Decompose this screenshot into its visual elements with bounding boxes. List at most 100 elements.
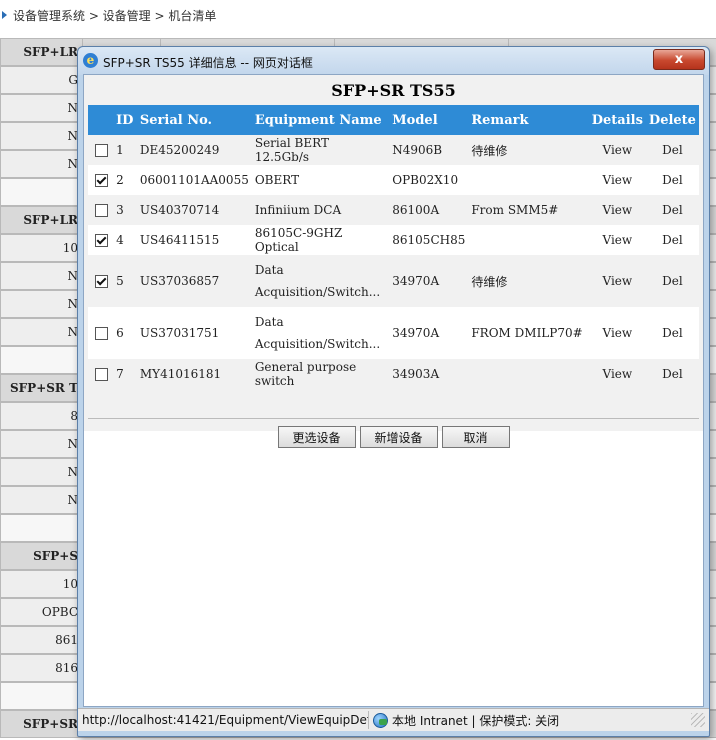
cancel-button[interactable]: 取消 <box>441 426 510 448</box>
dialog-titlebar[interactable]: e SFP+SR TS55 详细信息 -- 网页对话框 x <box>78 47 709 75</box>
row-checkbox[interactable] <box>95 327 108 340</box>
id-cell: 7 <box>113 359 137 389</box>
row-checkbox[interactable] <box>95 144 108 157</box>
equipment-name: 86105C-9GHZ Optical <box>254 226 343 254</box>
background-cell <box>0 514 83 542</box>
id-cell: 1 <box>113 135 137 165</box>
web-dialog: e SFP+SR TS55 详细信息 -- 网页对话框 x SFP+SR TS5… <box>77 46 710 737</box>
dialog-title: SFP+SR TS55 详细信息 -- 网页对话框 <box>103 56 313 70</box>
equipment-table: ID Serial No. Equipment Name Model Remar… <box>88 105 699 389</box>
equipment-name: Infiniium DCA <box>254 203 342 217</box>
view-link[interactable]: View <box>588 255 646 307</box>
select-cell <box>88 359 114 389</box>
equipment-name-cont: Acquisition/Switch... <box>254 285 381 299</box>
background-cell: 8 <box>0 402 83 430</box>
col-details: Details <box>588 105 646 135</box>
view-link[interactable]: View <box>588 195 646 225</box>
equipment-name: Data <box>254 315 284 329</box>
serial-cell: MY41016181 <box>136 359 252 389</box>
divider <box>88 418 699 419</box>
background-cell: SFP+LR <box>0 38 83 66</box>
delete-link[interactable]: Del <box>645 195 699 225</box>
remark-cell: 待维修 <box>468 135 589 165</box>
zone-text: 本地 Intranet | 保护模式: 关闭 <box>392 713 560 728</box>
close-button[interactable]: x <box>653 49 705 70</box>
name-cell: Data Acquisition/Switch... <box>251 255 390 307</box>
table-row: 5 US37036857 Data Acquisition/Switch... 3497… <box>88 255 699 307</box>
delete-link[interactable]: Del <box>645 225 699 255</box>
serial-cell: US37036857 <box>136 255 252 307</box>
row-checkbox[interactable] <box>95 368 108 381</box>
equipment-name-cont: Acquisition/Switch... <box>254 337 381 351</box>
background-cell: SFP+SR T <box>0 374 83 402</box>
add-equipment-button[interactable]: 新增设备 <box>359 426 438 448</box>
id-cell: 6 <box>113 307 137 359</box>
ie-icon: e <box>83 53 98 68</box>
model-cell: 34903A <box>389 359 469 389</box>
background-cell: N <box>0 318 83 346</box>
col-serial: Serial No. <box>136 105 252 135</box>
background-cell: N <box>0 94 83 122</box>
background-cell: SFP+LR <box>0 206 83 234</box>
delete-link[interactable]: Del <box>645 165 699 195</box>
id-cell: 2 <box>113 165 137 195</box>
background-cell: 816 <box>0 654 83 682</box>
background-cell: 861 <box>0 626 83 654</box>
status-url: http://localhost:41421/Equipment/ViewEqu… <box>82 713 368 727</box>
table-row: 6 US37031751 Data Acquisition/Switch... 3497… <box>88 307 699 359</box>
background-cell: N <box>0 262 83 290</box>
name-cell: Data Acquisition/Switch... <box>251 307 390 359</box>
model-cell: 86100A <box>389 195 469 225</box>
dialog-heading: SFP+SR TS55 <box>331 81 456 100</box>
col-equipment-name: Equipment Name <box>251 105 390 135</box>
equipment-name: OBERT <box>254 173 300 187</box>
background-cell <box>0 346 83 374</box>
row-checkbox[interactable] <box>95 234 108 247</box>
serial-cell: DE45200249 <box>136 135 252 165</box>
table-row: 7 MY41016181 General purpose switch 34903A V… <box>88 359 699 389</box>
row-checkbox[interactable] <box>95 174 108 187</box>
delete-link[interactable]: Del <box>645 135 699 165</box>
background-cell: N <box>0 150 83 178</box>
table-header-row: ID Serial No. Equipment Name Model Remar… <box>88 105 699 135</box>
view-link[interactable]: View <box>588 165 646 195</box>
row-checkbox[interactable] <box>95 204 108 217</box>
delete-link[interactable]: Del <box>645 307 699 359</box>
background-cell <box>0 682 83 710</box>
breadcrumb: 设备管理系统 > 设备管理 > 机台清单 <box>0 0 716 30</box>
delete-link[interactable]: Del <box>645 255 699 307</box>
serial-cell: US37031751 <box>136 307 252 359</box>
equipment-name: Serial BERT 12.5Gb/s <box>254 136 329 164</box>
name-cell: Infiniium DCA <box>251 195 390 225</box>
select-cell <box>88 255 114 307</box>
id-cell: 5 <box>113 255 137 307</box>
serial-cell: US40370714 <box>136 195 252 225</box>
view-link[interactable]: View <box>588 359 646 389</box>
background-cell: G <box>0 66 83 94</box>
name-cell: Serial BERT 12.5Gb/s <box>251 135 390 165</box>
remark-cell: 待维修 <box>468 255 589 307</box>
serial-cell: US46411515 <box>136 225 252 255</box>
model-cell: OPB02X10 <box>389 165 469 195</box>
view-link[interactable]: View <box>588 225 646 255</box>
view-link[interactable]: View <box>588 135 646 165</box>
background-cell: 10 <box>0 234 83 262</box>
remark-cell: From SMM5# <box>468 195 589 225</box>
view-link[interactable]: View <box>588 307 646 359</box>
delete-link[interactable]: Del <box>645 359 699 389</box>
background-cell: OPBC <box>0 598 83 626</box>
resize-grip-icon[interactable] <box>691 713 705 727</box>
model-cell: 34970A <box>389 255 469 307</box>
id-cell: 3 <box>113 195 137 225</box>
id-cell: 4 <box>113 225 137 255</box>
row-checkbox[interactable] <box>95 275 108 288</box>
remark-cell: FROM DMILP70# <box>468 307 589 359</box>
security-zone[interactable]: 本地 Intranet | 保护模式: 关闭 <box>368 711 559 729</box>
model-cell: N4906B <box>389 135 469 165</box>
name-cell: OBERT <box>251 165 390 195</box>
select-cell <box>88 195 114 225</box>
remark-cell <box>468 225 589 255</box>
change-equipment-button[interactable]: 更选设备 <box>277 426 356 448</box>
table-row: 2 06001101AA0055 OBERT OPB02X10 View Del <box>88 165 699 195</box>
select-cell <box>88 307 114 359</box>
